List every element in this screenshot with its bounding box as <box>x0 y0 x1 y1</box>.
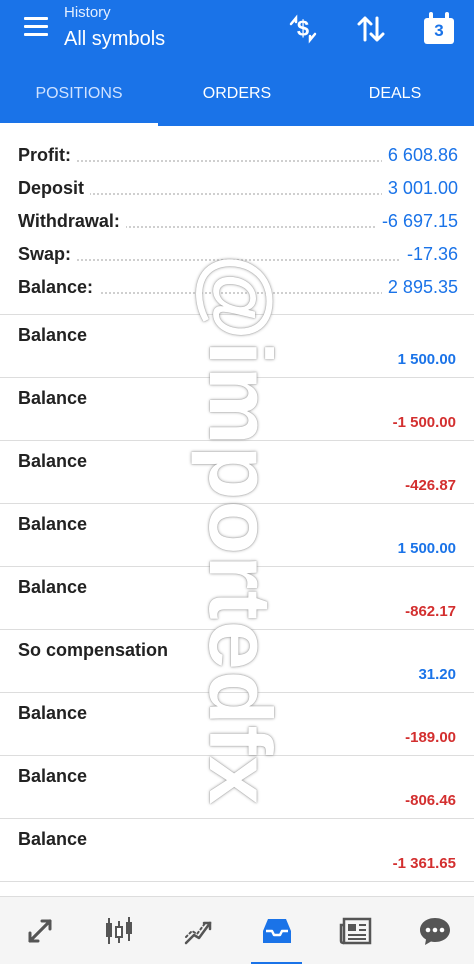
list-item[interactable]: Balance -426.87 <box>0 440 474 503</box>
list-item[interactable]: Balance -862.17 <box>0 566 474 629</box>
tab-deals[interactable]: DEALS <box>316 62 474 126</box>
svg-text:$: $ <box>297 16 309 41</box>
summary-value: -17.36 <box>400 244 458 265</box>
summary-value: 3 001.00 <box>381 178 458 199</box>
list-item[interactable]: So compensation 31.20 <box>0 629 474 692</box>
calendar-day: 3 <box>424 18 454 44</box>
page-subtitle: History <box>64 4 111 21</box>
list-item[interactable]: Balance -806.46 <box>0 755 474 818</box>
deal-amount: -806.46 <box>405 792 456 809</box>
deal-amount: -862.17 <box>405 603 456 620</box>
deal-amount: -1 361.65 <box>392 855 456 872</box>
summary-label: Deposit <box>18 178 91 199</box>
summary-row-balance: Balance: 2 895.35 <box>18 272 458 305</box>
summary-label: Swap: <box>18 244 78 265</box>
list-item[interactable]: Balance 1 500.00 <box>0 314 474 377</box>
deal-name: Balance <box>18 451 88 471</box>
deal-name: So compensation <box>18 640 169 660</box>
summary-label: Profit: <box>18 145 77 166</box>
summary-label: Withdrawal: <box>18 211 126 232</box>
history-inbox-icon[interactable] <box>237 897 316 964</box>
list-item[interactable]: Balance -1 500.00 <box>0 377 474 440</box>
list-item[interactable]: Balance 1 500.00 <box>0 503 474 566</box>
deal-name: Balance <box>18 829 88 849</box>
quotes-icon[interactable] <box>0 897 79 964</box>
list-divider <box>0 881 474 882</box>
deal-name: Balance <box>18 388 88 408</box>
deal-name: Balance <box>18 325 88 345</box>
bottom-nav <box>0 896 474 964</box>
tab-orders[interactable]: ORDERS <box>158 62 316 126</box>
deal-name: Balance <box>18 514 88 534</box>
deal-amount: -189.00 <box>405 729 456 746</box>
summary-row-profit: Profit: 6 608.86 <box>18 140 458 173</box>
calendar-icon[interactable]: 3 <box>424 12 454 44</box>
summary-label: Balance: <box>18 277 100 298</box>
deal-amount: -426.87 <box>405 477 456 494</box>
deal-amount: 1 500.00 <box>397 351 456 368</box>
summary-row-deposit: Deposit 3 001.00 <box>18 173 458 206</box>
candlestick-chart-icon[interactable] <box>79 897 158 964</box>
app-bar: History All symbols $ 3 <box>0 0 474 62</box>
summary-value: 2 895.35 <box>381 277 458 298</box>
tab-bar: POSITIONS ORDERS DEALS <box>0 62 474 126</box>
deal-name: Balance <box>18 577 88 597</box>
list-item[interactable]: Balance -189.00 <box>0 692 474 755</box>
summary-value: 6 608.86 <box>381 145 458 166</box>
tab-positions[interactable]: POSITIONS <box>0 62 158 126</box>
menu-icon[interactable] <box>24 17 48 37</box>
symbol-filter-title[interactable]: All symbols <box>64 28 165 51</box>
deal-name: Balance <box>18 703 88 723</box>
list-item[interactable]: Balance -1 361.65 <box>0 818 474 881</box>
sort-arrows-icon[interactable] <box>354 12 388 46</box>
trade-icon[interactable] <box>158 897 237 964</box>
history-summary: Profit: 6 608.86 Deposit 3 001.00 Withdr… <box>0 126 474 314</box>
summary-row-withdrawal: Withdrawal: -6 697.15 <box>18 206 458 239</box>
news-icon[interactable] <box>316 897 395 964</box>
chat-icon[interactable] <box>395 897 474 964</box>
deal-amount: 31.20 <box>418 666 456 683</box>
summary-row-swap: Swap: -17.36 <box>18 239 458 272</box>
deal-amount: -1 500.00 <box>392 414 456 431</box>
summary-value: -6 697.15 <box>375 211 458 232</box>
deal-name: Balance <box>18 766 88 786</box>
currency-sort-icon[interactable]: $ <box>286 12 320 46</box>
deal-amount: 1 500.00 <box>397 540 456 557</box>
